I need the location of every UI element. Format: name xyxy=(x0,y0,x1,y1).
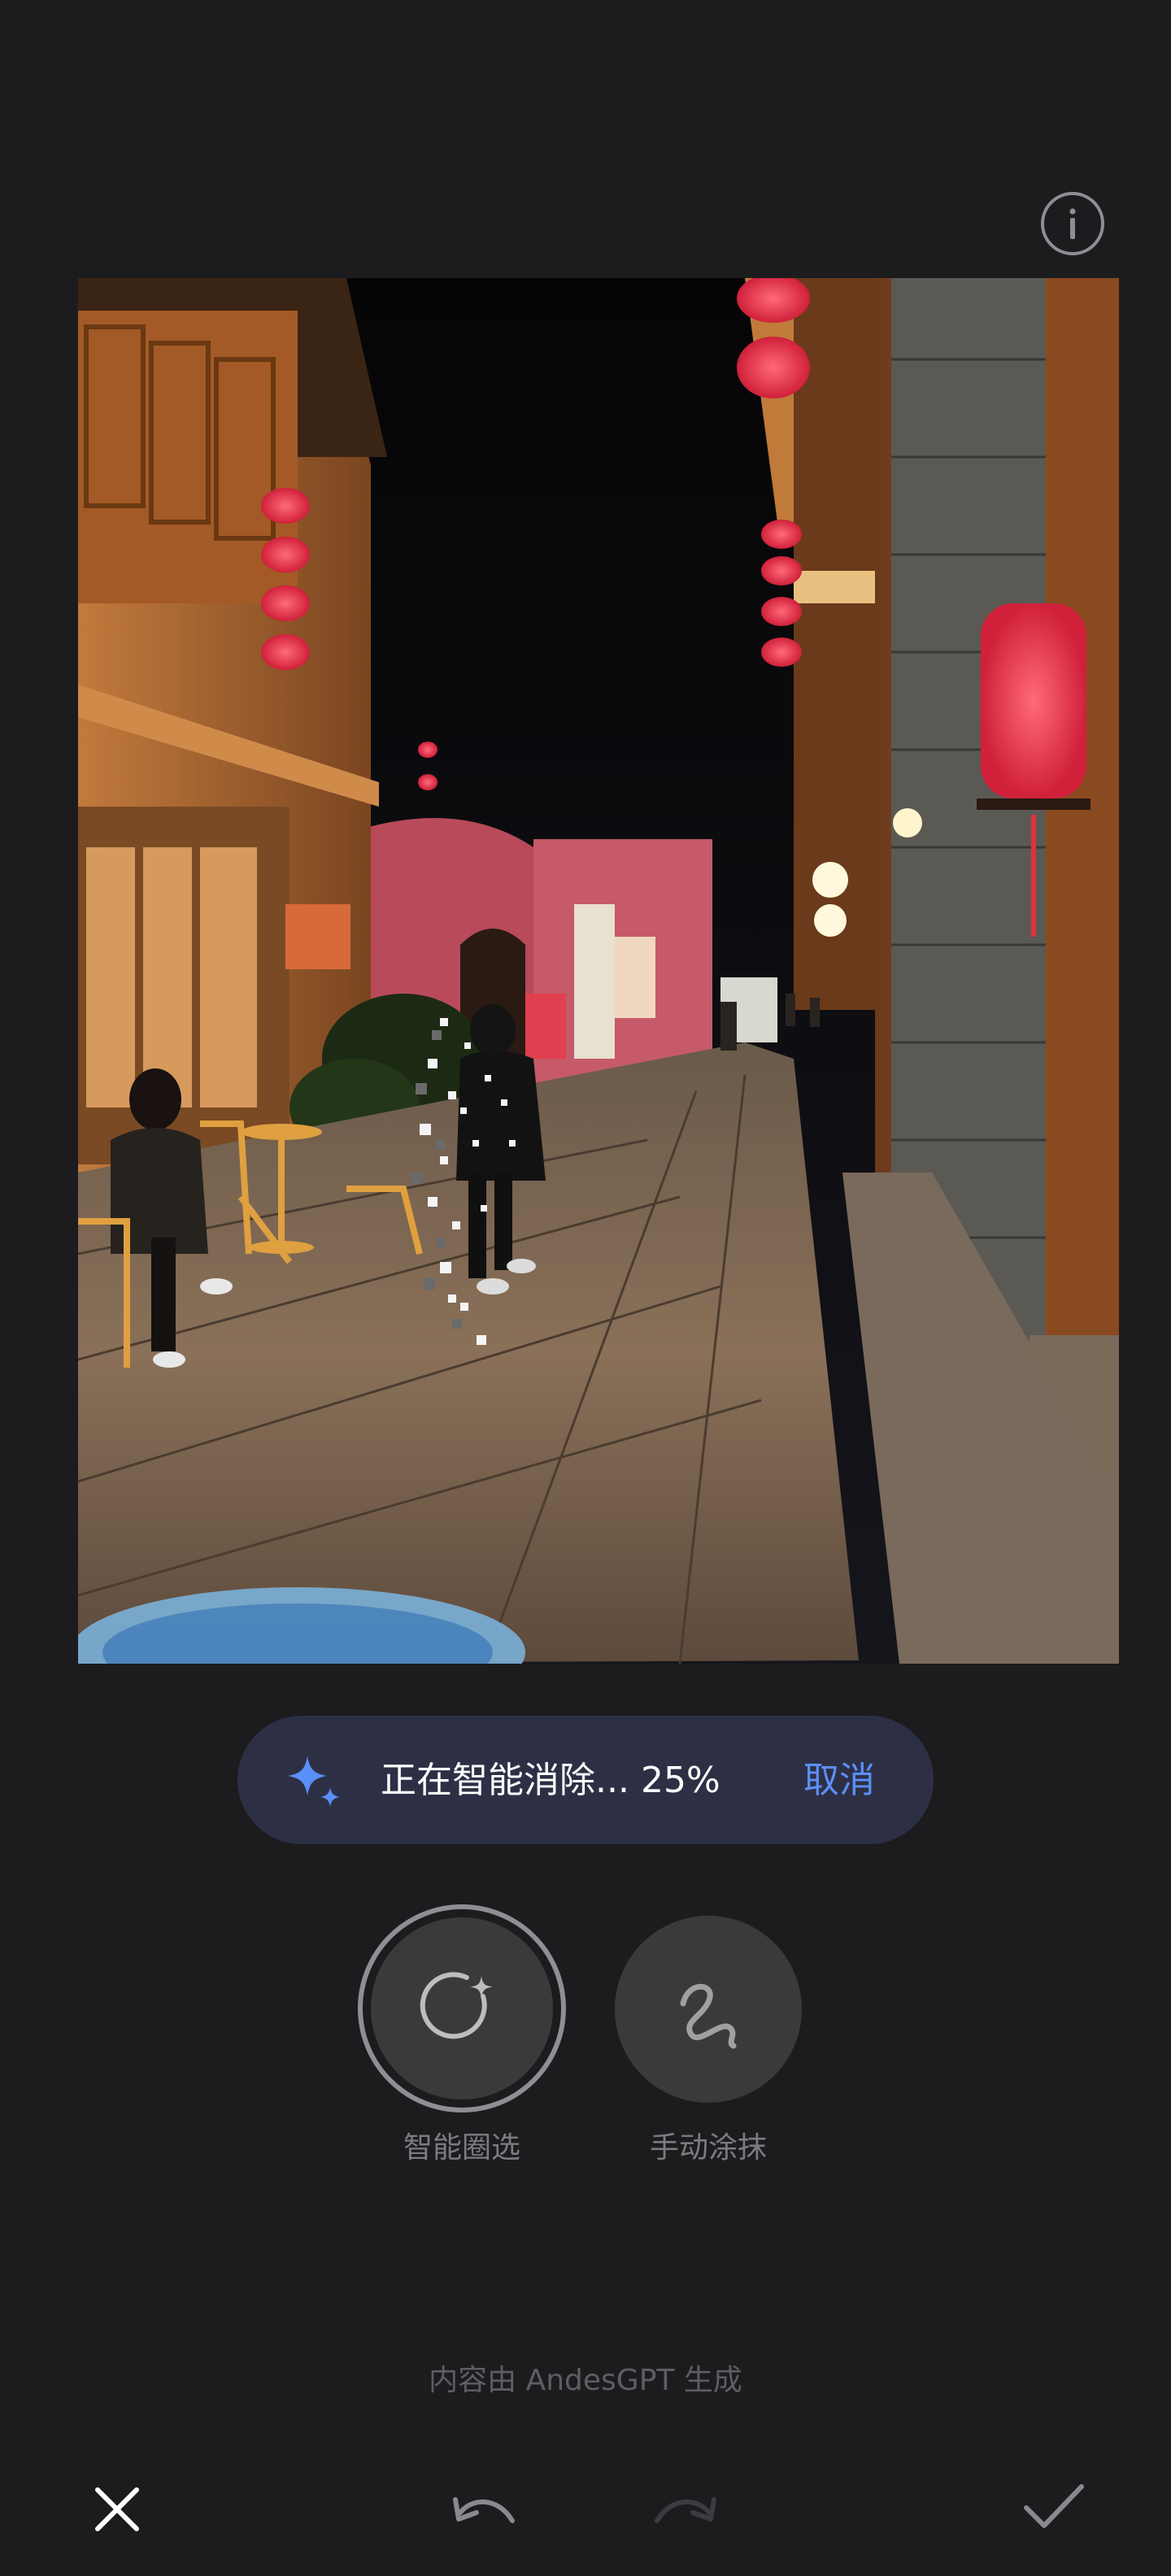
sparkle-icon xyxy=(288,1756,340,1807)
cancel-button[interactable]: 取消 xyxy=(803,1756,875,1805)
smart-select-label: 智能圈选 xyxy=(403,2131,520,2165)
smart-select-icon xyxy=(420,1972,493,2039)
manual-brush-icon xyxy=(680,1983,737,2049)
info-icon xyxy=(1069,208,1076,239)
manual-brush-label: 手动涂抹 xyxy=(649,2131,767,2165)
street-photo xyxy=(78,278,1119,1664)
close-icon[interactable] xyxy=(91,2483,143,2535)
redo-icon[interactable] xyxy=(649,2488,720,2537)
undo-icon[interactable] xyxy=(449,2488,520,2537)
info-button[interactable] xyxy=(1041,192,1104,255)
smart-select-button[interactable] xyxy=(358,1904,566,2113)
manual-brush-button[interactable] xyxy=(615,1916,802,2103)
photo-canvas[interactable] xyxy=(78,278,1119,1664)
progress-status-text: 正在智能消除... 25% xyxy=(381,1760,720,1801)
check-icon[interactable] xyxy=(1021,2480,1086,2532)
ai-generated-note: 内容由 AndesGPT 生成 xyxy=(429,2364,742,2397)
